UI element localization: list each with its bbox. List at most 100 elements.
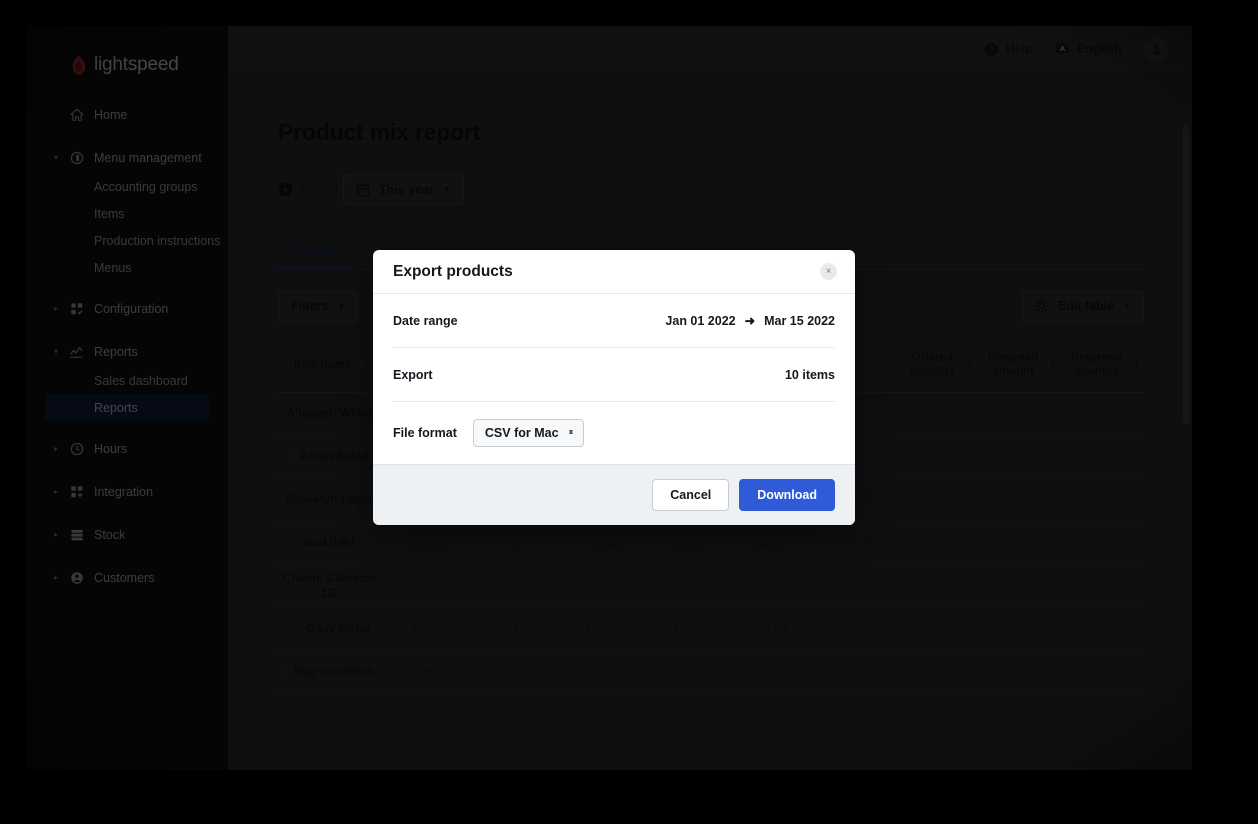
modal-row-file-format: File format CSV for Mac ▲ ▼ xyxy=(393,402,835,464)
table-cell-discount: -€0.00 xyxy=(839,621,874,636)
menu-tree-icon xyxy=(289,623,301,635)
column-header-offered-quantity[interactable]: Offered quantity ▲ ▼ xyxy=(899,340,977,392)
table-cell-net: €13.45 xyxy=(751,664,789,679)
sidebar-subitem-sales-dashboard[interactable]: Sales dashboard xyxy=(26,367,228,394)
sidebar-subitem-items[interactable]: Items xyxy=(26,200,228,227)
sidebar-item-home[interactable]: Home xyxy=(26,100,228,130)
table-row[interactable]: Bud light Alcohol 1 €7.08 €1.13 €5.95 -€0.00 0 -… xyxy=(278,522,1144,565)
brand-name: lightspeed xyxy=(94,54,179,75)
table-cell-net: €19.33 xyxy=(751,578,789,593)
table-cell-net: €21.01 xyxy=(751,621,789,636)
scrollbar-thumb[interactable] xyxy=(1183,124,1189,424)
table-cell-returned-quantity: 0 xyxy=(1099,535,1106,550)
column-header-returned-quantity[interactable]: Returned quantity ▲ ▼ xyxy=(1061,340,1144,392)
expand-row-icon[interactable]: ▸ xyxy=(284,667,288,677)
home-icon xyxy=(68,108,85,122)
modal-header: Export products × xyxy=(373,250,855,294)
language-button[interactable]: A English xyxy=(1055,42,1122,57)
table-row[interactable]: Daily Menu Food 1 €25.00 €3.99 €21.01 -€0.00 0 -… xyxy=(278,608,1144,651)
sidebar-item-label: Reports xyxy=(94,345,138,359)
column-header-item-name[interactable]: Item name ▲ xyxy=(278,340,381,392)
page-subtitle: Visit our help center to get more inform… xyxy=(278,151,625,166)
table-cell-returned-amount: -€0.00 xyxy=(1002,535,1037,550)
table-cell-qty: 1 xyxy=(512,621,520,636)
close-icon[interactable]: × xyxy=(820,263,837,280)
sidebar-item-label: Hours xyxy=(94,442,128,456)
modal-row-export-count: Export 10 items xyxy=(393,348,835,402)
file-format-value: CSV for Mac xyxy=(484,426,559,440)
table-cell-returned-quantity: 0 xyxy=(1099,578,1106,593)
sidebar-item-label: Menu management xyxy=(94,151,202,165)
sidebar-item-customers[interactable]: ▸ Customers xyxy=(26,563,228,593)
column-header-label: Offered quantity xyxy=(910,351,955,378)
date-range-label: This year xyxy=(379,182,434,197)
clock-icon xyxy=(68,442,85,456)
language-label: English xyxy=(1076,42,1122,56)
table-cell-item-name: Allagash White xyxy=(278,393,381,435)
date-to: Mar 15 2022 xyxy=(764,313,835,328)
avatar[interactable] xyxy=(1144,37,1168,61)
table-cell-qty: 3 xyxy=(512,664,520,679)
table-row[interactable]: Chianti Classico 1/2 Alcohol 1 €23.00 €3.67 €… xyxy=(278,565,1144,608)
tab-label: Products xyxy=(292,243,342,258)
customers-icon xyxy=(68,571,85,585)
table-cell-discount: -€0.00 xyxy=(839,664,874,679)
column-header-returned-amount[interactable]: Returned amount ▲ ▼ xyxy=(978,340,1061,392)
table-cell-returned-quantity: 0 xyxy=(1099,449,1106,464)
table-cell-returned-quantity: 0 xyxy=(1099,492,1106,507)
item-name-label: Chianti Classico 1/2 xyxy=(282,571,377,600)
export-products-modal: Export products × Date range Jan 01 2022… xyxy=(373,250,855,525)
table-cell-offered-quantity: 0 xyxy=(935,535,942,550)
sidebar-subitem-label: Menus xyxy=(94,260,132,275)
sidebar-item-menu-management[interactable]: ▾ Menu management xyxy=(26,143,228,173)
column-header-label: Returned amount xyxy=(987,351,1039,378)
export-count: 10 items xyxy=(784,367,835,382)
export-label: Export xyxy=(393,367,433,382)
chevron-right-icon: ▸ xyxy=(54,487,59,496)
sidebar-subitem-reports[interactable]: Reports xyxy=(45,394,209,421)
sidebar-subitem-production-instructions[interactable]: Production instructions xyxy=(26,227,228,254)
table-cell-offered-quantity: 0 xyxy=(935,664,942,679)
sidebar-item-configuration[interactable]: ▸ Configuration xyxy=(26,294,228,324)
arrow-right-icon: ➜ xyxy=(744,314,756,328)
chevron-down-icon: ▾ xyxy=(54,347,59,356)
export-download-icon xyxy=(278,182,293,196)
breadcrumb[interactable]: ‹ Reports xyxy=(278,94,1192,108)
sidebar-item-integration[interactable]: ▸ Integration xyxy=(26,477,228,507)
table-cell-item-name: Daily Menu xyxy=(278,608,381,650)
cancel-button[interactable]: Cancel xyxy=(652,479,730,511)
table-cell-offered-quantity: 0 xyxy=(935,492,942,507)
stock-icon xyxy=(68,528,85,542)
item-name-label: Egg sandwich xyxy=(294,664,375,679)
tab-products[interactable]: Products xyxy=(278,243,356,270)
sidebar-item-hours[interactable]: ▸ Hours xyxy=(26,434,228,464)
sidebar-item-label: Home xyxy=(94,108,128,122)
export-link[interactable]: Export xyxy=(278,182,339,197)
sidebar: lightspeed Home ▾ Menu management Accoun… xyxy=(26,26,228,770)
filters-button[interactable]: Filters ▼ xyxy=(278,290,359,322)
sidebar-item-stock[interactable]: ▸ Stock xyxy=(26,520,228,550)
expand-row-icon[interactable]: ▸ xyxy=(290,452,294,462)
date-range-filter-button[interactable]: This year ▼ xyxy=(343,174,464,205)
vertical-scrollbar[interactable] xyxy=(1183,124,1189,720)
date-range-label: Date range xyxy=(393,313,458,328)
table-cell-returned-quantity: 0 xyxy=(1099,664,1106,679)
edit-table-button[interactable]: Edit table ▼ xyxy=(1021,290,1144,322)
sidebar-item-reports[interactable]: ▾ Reports xyxy=(26,337,228,367)
export-label: Export xyxy=(301,181,339,197)
svg-text:A: A xyxy=(1060,43,1066,52)
filters-label: Filters xyxy=(291,299,329,313)
sidebar-subitem-menus[interactable]: Menus xyxy=(26,254,228,281)
help-button[interactable]: ? Help xyxy=(984,42,1033,57)
table-cell-offered-quantity: 0 xyxy=(935,449,942,464)
item-name-label: Allagash White xyxy=(286,406,373,421)
reports-icon xyxy=(68,345,85,359)
file-format-select[interactable]: CSV for Mac ▲ ▼ xyxy=(472,419,585,447)
sidebar-subitem-accounting-groups[interactable]: Accounting groups xyxy=(26,173,228,200)
table-row[interactable]: ▸ Egg sandwich Food 3 €16.00 €2.55 €13.45 -€0.0… xyxy=(278,651,1144,694)
download-button[interactable]: Download xyxy=(739,479,835,511)
date-range-value: Jan 01 2022 ➜ Mar 15 2022 xyxy=(665,313,835,329)
